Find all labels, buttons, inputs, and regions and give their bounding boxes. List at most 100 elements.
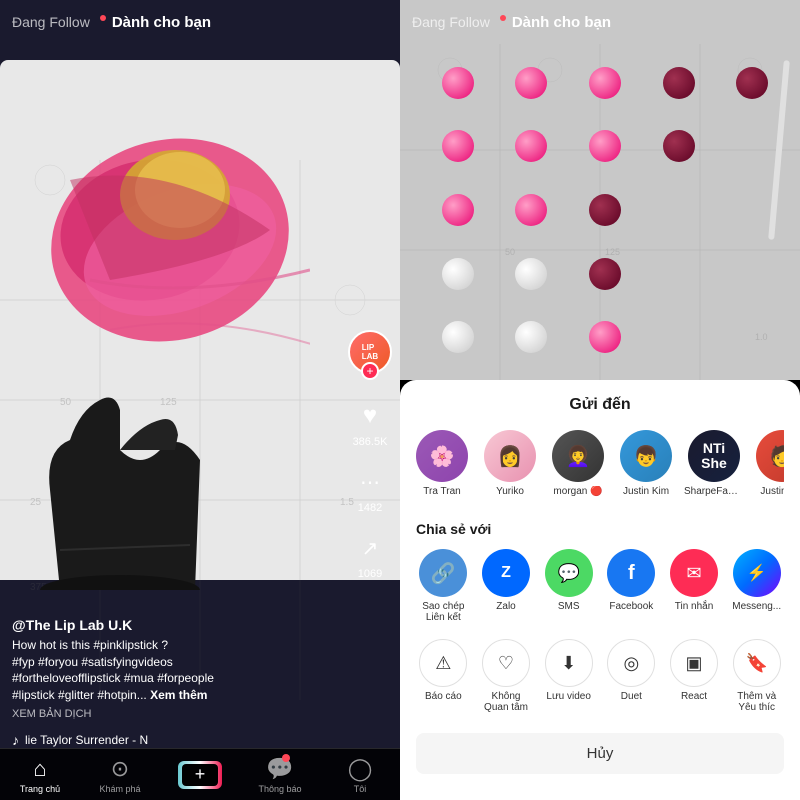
more-option-duet[interactable]: ◎ Duet bbox=[604, 639, 659, 713]
creator-avatar-wrapper[interactable]: LIPLAB + bbox=[348, 330, 392, 374]
like-control[interactable]: ♥ 386.5K bbox=[352, 398, 388, 448]
dot-white bbox=[515, 258, 547, 290]
share-option-zalo[interactable]: Z Zalo bbox=[479, 549, 534, 623]
duet-label: Duet bbox=[621, 691, 642, 702]
share-option-facebook[interactable]: f Facebook bbox=[604, 549, 659, 623]
right-controls: LIPLAB + ♥ 386.5K ⋯ 1482 ↗ 1069 bbox=[348, 330, 392, 580]
dot-pink bbox=[515, 194, 547, 226]
friend-item-2[interactable]: 👩‍🦱 morgan 🔴 bbox=[552, 430, 604, 497]
duet-icon: ◎ bbox=[607, 639, 655, 687]
bottom-nav: ⌂ Trang chủ ⊙ Khám phá + 💬 Thông báo ◯ T… bbox=[0, 748, 400, 800]
nav-profile[interactable]: ◯ Tôi bbox=[320, 756, 400, 794]
share-control[interactable]: ↗ 1069 bbox=[352, 530, 388, 580]
friend-item-3[interactable]: 👦 Justin Kim bbox=[620, 430, 672, 497]
translate-button[interactable]: XEM BẢN DỊCH bbox=[12, 708, 340, 720]
save-label: Lưu video bbox=[546, 691, 591, 702]
friend-name-2: morgan 🔴 bbox=[553, 486, 602, 497]
cancel-button[interactable]: Hủy bbox=[416, 733, 784, 774]
more-option-save[interactable]: ⬇ Lưu video bbox=[541, 639, 596, 713]
sms-icon: 💬 bbox=[545, 549, 593, 597]
home-icon: ⌂ bbox=[33, 756, 46, 782]
messenger-icon: ⚡ bbox=[733, 549, 781, 597]
share-icon: ↗ bbox=[352, 530, 388, 566]
follow-plus-button[interactable]: + bbox=[361, 362, 379, 380]
more-option-notinterested[interactable]: ♡ KhôngQuan tâm bbox=[479, 639, 534, 713]
dot-darkred bbox=[589, 258, 621, 290]
share-option-messenger[interactable]: ⚡ Messeng... bbox=[729, 549, 784, 623]
top-nav: Đang Follow Dành cho bạn bbox=[0, 0, 400, 44]
profile-label: Tôi bbox=[354, 784, 367, 794]
notinterested-label: KhôngQuan tâm bbox=[484, 691, 528, 713]
add-icon: + bbox=[182, 764, 218, 786]
share-option-sms[interactable]: 💬 SMS bbox=[541, 549, 596, 623]
add-button[interactable]: + bbox=[178, 761, 222, 789]
message-label: Tin nhắn bbox=[675, 601, 714, 612]
right-video-bg: 50 125 1.0 bbox=[400, 0, 800, 380]
lipstick-smear bbox=[30, 80, 310, 400]
share-with-title: Chia sẻ với bbox=[416, 521, 784, 537]
dot-pink bbox=[589, 321, 621, 353]
dot-pink bbox=[442, 194, 474, 226]
dot-pink bbox=[442, 130, 474, 162]
dot-white bbox=[515, 321, 547, 353]
report-label: Báo cáo bbox=[425, 691, 462, 702]
facebook-icon: f bbox=[607, 549, 655, 597]
facebook-label: Facebook bbox=[609, 601, 653, 612]
comment-control[interactable]: ⋯ 1482 bbox=[352, 464, 388, 514]
video-info: @The Lip Lab U.K How hot is this #pinkli… bbox=[12, 617, 340, 720]
nav-home[interactable]: ⌂ Trang chủ bbox=[0, 756, 80, 794]
share-option-message[interactable]: ✉ Tin nhắn bbox=[667, 549, 722, 623]
friend-avatar-0: 🌸 bbox=[416, 430, 468, 482]
friend-item-1[interactable]: 👩 Yuriko bbox=[484, 430, 536, 497]
more-option-favorite[interactable]: 🔖 Thêm vàYêu thíc bbox=[729, 639, 784, 713]
for-you-tab[interactable]: Dành cho bạn bbox=[112, 14, 211, 31]
friend-avatar-3: 👦 bbox=[620, 430, 672, 482]
dot-white bbox=[442, 258, 474, 290]
friend-item-5[interactable]: 🧑 Justin Vib bbox=[756, 430, 784, 497]
like-icon: ♥ bbox=[352, 398, 388, 434]
nav-separator-dot bbox=[100, 15, 106, 21]
copylink-label: Sao chépLiên kết bbox=[422, 601, 464, 623]
nav-explore[interactable]: ⊙ Khám phá bbox=[80, 756, 160, 794]
more-option-react[interactable]: ▣ React bbox=[667, 639, 722, 713]
friend-avatar-4: NTiShe bbox=[688, 430, 740, 482]
right-foryou-tab[interactable]: Dành cho bạn bbox=[512, 14, 611, 31]
favorite-icon: 🔖 bbox=[733, 639, 781, 687]
right-top-nav: Đang Follow Dành cho bạn bbox=[400, 0, 800, 44]
more-options-row: ⚠ Báo cáo ♡ KhôngQuan tâm ⬇ Lưu video ◎ … bbox=[416, 639, 784, 713]
zalo-icon: Z bbox=[482, 549, 530, 597]
copylink-icon: 🔗 bbox=[419, 549, 467, 597]
friend-item-4[interactable]: NTiShe SharpeFamilySingers bbox=[688, 430, 740, 497]
friend-avatar-5: 🧑 bbox=[756, 430, 784, 482]
music-note-icon: ♪ bbox=[12, 732, 19, 748]
nav-add[interactable]: + bbox=[160, 761, 240, 789]
explore-icon: ⊙ bbox=[111, 756, 129, 782]
right-following-tab[interactable]: Đang Follow bbox=[412, 14, 490, 30]
left-video-panel: 50 125 25 375 75 1.5 bbox=[0, 0, 400, 800]
friend-item-0[interactable]: 🌸 Tra Tran bbox=[416, 430, 468, 497]
share-option-copylink[interactable]: 🔗 Sao chépLiên kết bbox=[416, 549, 471, 623]
dot-darkred bbox=[663, 67, 695, 99]
video-description: How hot is this #pinklipstick ? #fyp #fo… bbox=[12, 637, 340, 704]
see-more-link[interactable]: Xem thêm bbox=[150, 688, 207, 702]
right-nav-dot bbox=[500, 15, 506, 21]
share-sheet: Gửi đến 🌸 Tra Tran 👩 Yuriko 👩‍🦱 morgan 🔴 bbox=[400, 380, 800, 800]
dots-grid bbox=[425, 55, 785, 365]
right-video-panel: 50 125 1.0 bbox=[400, 0, 800, 800]
creator-username[interactable]: @The Lip Lab U.K bbox=[12, 617, 340, 633]
friend-avatar-1: 👩 bbox=[484, 430, 536, 482]
react-icon: ▣ bbox=[670, 639, 718, 687]
dot-pink bbox=[589, 130, 621, 162]
friend-name-3: Justin Kim bbox=[623, 486, 669, 497]
dot-white bbox=[442, 321, 474, 353]
home-label: Trang chủ bbox=[20, 784, 60, 794]
friend-name-4: SharpeFamilySingers bbox=[684, 486, 744, 497]
notinterested-icon: ♡ bbox=[482, 639, 530, 687]
music-bar: ♪ lie Taylor Surrender - N bbox=[12, 732, 388, 748]
comment-icon: ⋯ bbox=[352, 464, 388, 500]
nav-inbox[interactable]: 💬 Thông báo bbox=[240, 756, 320, 794]
more-option-report[interactable]: ⚠ Báo cáo bbox=[416, 639, 471, 713]
friend-name-5: Justin Vib bbox=[760, 486, 784, 497]
following-tab[interactable]: Đang Follow bbox=[12, 14, 90, 30]
sms-label: SMS bbox=[558, 601, 580, 612]
